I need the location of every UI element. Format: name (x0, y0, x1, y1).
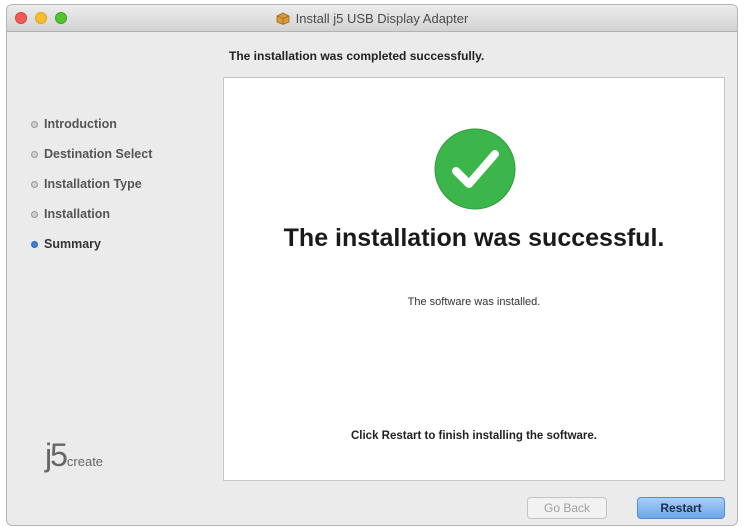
step-installation-type: Installation Type (31, 169, 152, 199)
j5create-logo: j5 create (45, 437, 103, 474)
installed-message: The software was installed. (407, 296, 541, 308)
window-title: Install j5 USB Display Adapter (295, 10, 469, 26)
restart-button[interactable]: Restart (637, 497, 725, 519)
installer-steps: Introduction Destination Select Installa… (31, 109, 152, 259)
step-label: Installation (44, 207, 110, 221)
step-introduction: Introduction (31, 109, 152, 139)
step-label: Destination Select (44, 147, 153, 161)
summary-panel: The installation was successful. The sof… (223, 77, 725, 481)
step-bullet-icon (31, 120, 38, 128)
completion-header: The installation was completed successfu… (229, 49, 485, 63)
step-label: Installation Type (44, 177, 142, 191)
step-summary: Summary (31, 229, 152, 259)
package-icon (276, 12, 290, 25)
go-back-button[interactable]: Go Back (527, 497, 607, 519)
step-bullet-icon (31, 180, 38, 188)
success-title: The installation was successful. (283, 224, 665, 252)
restart-instruction: Click Restart to finish installing the s… (350, 430, 597, 442)
step-bullet-icon (31, 210, 38, 218)
active-step-bullet-icon (31, 240, 38, 248)
window-title-group: Install j5 USB Display Adapter (7, 5, 737, 31)
step-label: Introduction (44, 117, 117, 131)
step-label: Summary (44, 237, 101, 251)
installer-window: Install j5 USB Display Adapter The insta… (6, 4, 738, 526)
step-destination-select: Destination Select (31, 139, 152, 169)
logo-sub-text: create (66, 454, 104, 469)
logo-main-text: j5 (45, 437, 68, 473)
checkmark-icon (434, 128, 516, 210)
title-bar[interactable]: Install j5 USB Display Adapter (7, 5, 737, 32)
step-installation: Installation (31, 199, 152, 229)
step-bullet-icon (31, 150, 38, 158)
